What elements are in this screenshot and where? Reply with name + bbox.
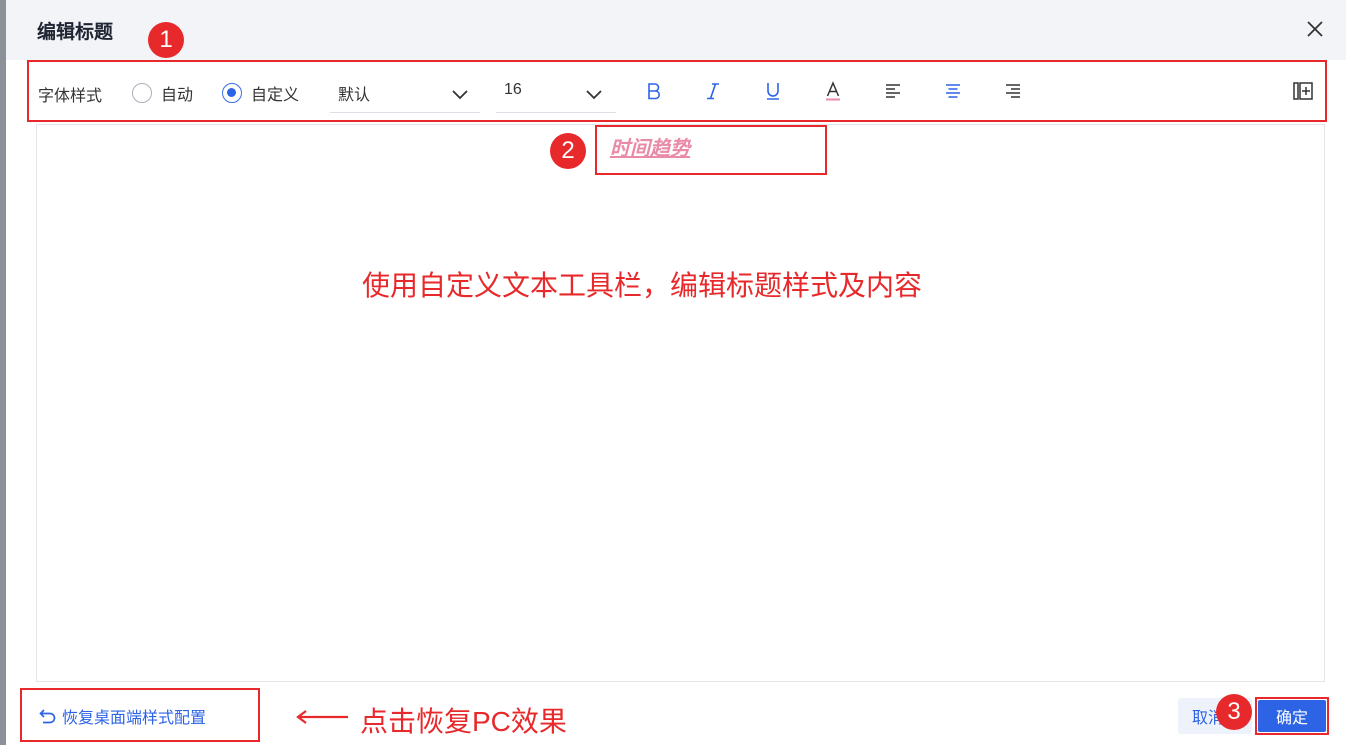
align-left-icon[interactable]: [880, 78, 906, 104]
font-family-select[interactable]: 默认: [330, 74, 480, 113]
font-color-icon[interactable]: [820, 78, 846, 104]
radio-auto[interactable]: 自动: [132, 81, 193, 105]
edit-title-dialog: 编辑标题 字体样式 自动 自定义 默认 16 时间趋势 1 2 使用自定义文本工…: [6, 0, 1346, 745]
font-style-label: 字体样式: [38, 88, 103, 105]
insert-column-icon[interactable]: [1290, 78, 1316, 104]
annotation-restore-note: 点击恢复PC效果: [360, 706, 567, 737]
annotation-badge-3: 3: [1216, 694, 1252, 730]
editor-title-text[interactable]: 时间趋势: [610, 132, 690, 161]
radio-custom-indicator[interactable]: [222, 83, 242, 103]
restore-label: 恢复桌面端样式配置: [62, 710, 207, 727]
annotation-badge-1: 1: [148, 22, 184, 58]
radio-auto-indicator[interactable]: [132, 83, 152, 103]
underline-icon[interactable]: [760, 78, 786, 104]
radio-auto-label: 自动: [161, 87, 194, 104]
align-right-icon[interactable]: [1000, 78, 1026, 104]
italic-icon[interactable]: [700, 78, 726, 104]
text-toolbar: 字体样式 自动 自定义 默认 16: [28, 62, 1324, 118]
confirm-button[interactable]: 确定: [1258, 700, 1326, 732]
radio-custom[interactable]: 自定义: [222, 81, 299, 105]
font-size-value: 16: [504, 81, 522, 98]
font-family-value: 默认: [338, 87, 371, 104]
restore-desktop-style-link[interactable]: 恢复桌面端样式配置: [38, 704, 206, 728]
annotation-badge-2: 2: [550, 133, 586, 169]
chevron-down-icon: [450, 84, 470, 104]
undo-icon: [39, 709, 56, 724]
radio-custom-label: 自定义: [251, 87, 300, 104]
dialog-title: 编辑标题: [37, 22, 114, 43]
annotation-center-note: 使用自定义文本工具栏，编辑标题样式及内容: [362, 270, 923, 301]
align-center-icon[interactable]: [940, 78, 966, 104]
arrow-left-icon: [296, 710, 348, 724]
font-size-select[interactable]: 16: [496, 74, 616, 113]
bold-icon[interactable]: [640, 78, 666, 104]
dialog-header: 编辑标题: [6, 0, 1346, 60]
close-icon[interactable]: [1304, 18, 1326, 40]
title-editor-area[interactable]: [36, 124, 1325, 682]
chevron-down-icon: [584, 84, 604, 104]
